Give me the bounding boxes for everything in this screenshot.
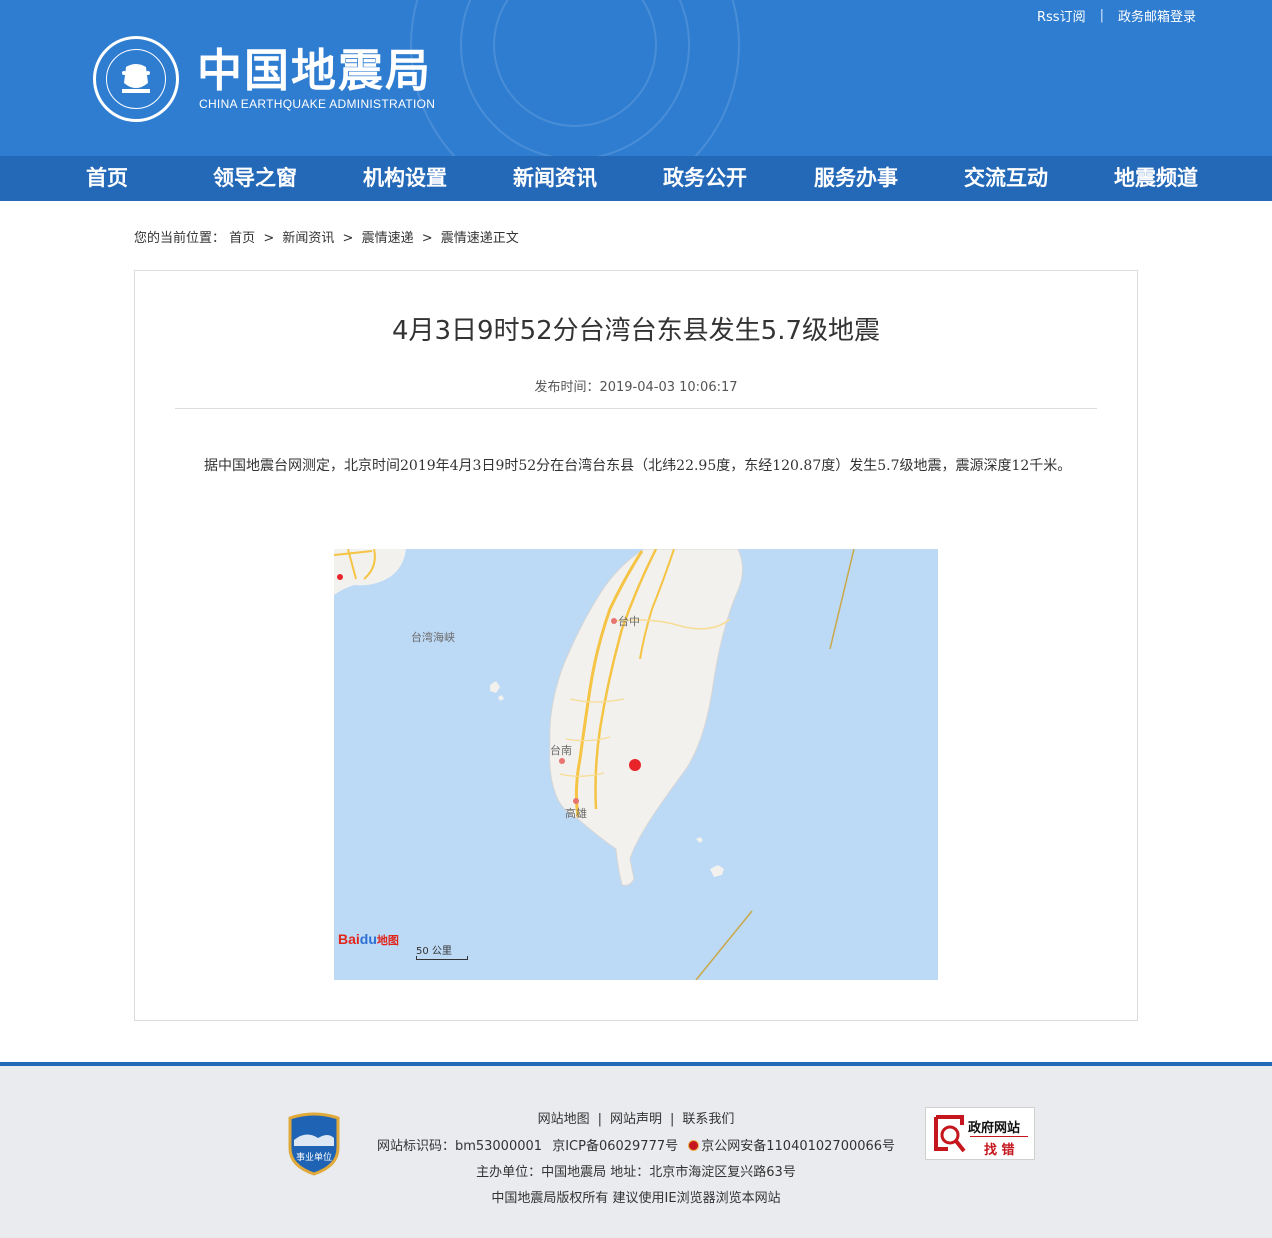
magnifier-icon <box>934 1115 966 1153</box>
breadcrumb-home[interactable]: 首页 <box>229 231 255 246</box>
breadcrumb-separator: > <box>421 231 433 246</box>
breadcrumb-news[interactable]: 新闻资讯 <box>282 231 334 246</box>
boundary-line <box>695 910 753 980</box>
taiwan-island <box>549 549 743 886</box>
map-scale-bar <box>416 956 468 960</box>
gov-site-error-report-badge[interactable]: 政府网站 找 错 <box>925 1107 1035 1160</box>
map-label-taichung: 台中 <box>618 615 640 628</box>
footer-link-separator: | <box>670 1112 675 1127</box>
article-divider <box>175 408 1097 409</box>
top-links: Rss订阅 | 政务邮箱登录 <box>1037 6 1196 25</box>
penghu-islands <box>490 681 504 701</box>
breadcrumb: 您的当前位置： 首页 > 新闻资讯 > 震情速递 > 震情速递正文 <box>134 227 523 246</box>
footer-sponsor-line: 主办单位：中国地震局 地址：北京市海淀区复兴路63号 <box>476 1165 796 1180</box>
boundary-line <box>829 549 855 650</box>
baidu-logo-text-2: du <box>359 931 377 947</box>
baidu-logo-text-3: 地图 <box>376 935 399 947</box>
seismoscope-vessel-icon <box>122 64 150 93</box>
site-header: 中国地震局 CHINA EARTHQUAKE ADMINISTRATION Rs… <box>0 0 1272 156</box>
rss-link[interactable]: Rss订阅 <box>1037 6 1086 25</box>
shield-icon <box>288 1112 340 1176</box>
nav-item-leaders[interactable]: 领导之窗 <box>213 156 297 201</box>
nav-item-services[interactable]: 服务办事 <box>814 156 898 201</box>
article-container: 4月3日9时52分台湾台东县发生5.7级地震 发布时间：2019-04-03 1… <box>134 270 1138 1021</box>
cea-emblem-icon[interactable] <box>93 36 179 122</box>
nav-item-government-affairs[interactable]: 政务公开 <box>663 156 747 201</box>
breadcrumb-prefix: 您的当前位置： <box>134 231 226 246</box>
footer-registration-line: 网站标识码：bm53000001 京ICP备06029777号 京公网安备110… <box>0 1135 1272 1154</box>
footer-copyright-line: 中国地震局版权所有 建议使用IE浏览器浏览本网站 <box>491 1191 781 1206</box>
article-body: 据中国地震台网测定，北京时间2019年4月3日9时52分在台湾台东县（北纬22.… <box>204 458 1072 474</box>
site-footer: 网站地图 | 网站声明 | 联系我们 网站标识码：bm53000001 京ICP备060… <box>0 1062 1272 1238</box>
footer-link-statement[interactable]: 网站声明 <box>610 1112 662 1127</box>
breadcrumb-quake-express[interactable]: 震情速递 <box>362 231 414 246</box>
article-publish-time: 发布时间：2019-04-03 10:06:17 <box>534 380 738 395</box>
map-label-kaohsiung: 高雄 <box>565 807 587 820</box>
icp-record-link[interactable]: 京ICP备06029777号 <box>552 1139 678 1154</box>
police-record-text: 京公网安备11040102700066号 <box>701 1139 896 1154</box>
nav-item-home[interactable]: 首页 <box>86 156 128 201</box>
gov-badge-divider <box>970 1136 1028 1137</box>
footer-link-separator: | <box>597 1112 602 1127</box>
breadcrumb-current[interactable]: 震情速递正文 <box>441 231 519 246</box>
nav-item-earthquake-channel[interactable]: 地震频道 <box>1114 156 1198 201</box>
top-links-separator: | <box>1099 8 1104 23</box>
breadcrumb-separator: > <box>263 231 275 246</box>
mainland-city-marker <box>337 574 343 580</box>
nav-item-interaction[interactable]: 交流互动 <box>964 156 1048 201</box>
map-label-tainan: 台南 <box>550 744 572 757</box>
article-title: 4月3日9时52分台湾台东县发生5.7级地震 <box>391 316 881 346</box>
kaohsiung-marker <box>573 798 579 804</box>
tainan-marker <box>559 758 565 764</box>
footer-link-contact[interactable]: 联系我们 <box>682 1112 734 1127</box>
police-badge-icon <box>688 1140 700 1151</box>
nav-item-news[interactable]: 新闻资讯 <box>513 156 597 201</box>
site-logo-english: CHINA EARTHQUAKE ADMINISTRATION <box>199 97 436 111</box>
site-id-code: 网站标识码：bm53000001 <box>376 1139 543 1154</box>
map-label-strait: 台湾海峡 <box>411 631 455 644</box>
footer-links: 网站地图 | 网站声明 | 联系我们 <box>0 1108 1272 1127</box>
footer-link-sitemap[interactable]: 网站地图 <box>538 1112 590 1127</box>
public-institution-badge[interactable]: 事业单位 <box>286 1112 342 1176</box>
baidu-logo-text-1: Bai <box>338 931 360 947</box>
breadcrumb-separator: > <box>342 231 354 246</box>
site-logo-chinese[interactable]: 中国地震局 <box>197 44 432 98</box>
epicenter-marker[interactable] <box>629 759 641 771</box>
map-scale-label: 50 公里 <box>416 946 452 957</box>
gov-badge-title: 政府网站 <box>968 1121 1021 1136</box>
orchid-island <box>710 865 724 877</box>
taichung-marker <box>611 618 617 624</box>
police-record[interactable]: 京公网安备11040102700066号 <box>688 1139 895 1154</box>
baidu-map-logo[interactable]: Baidu地图 <box>338 931 399 948</box>
main-nav: 首页 领导之窗 机构设置 新闻资讯 政务公开 服务办事 交流互动 地震频道 <box>0 156 1272 201</box>
gov-badge-subtitle: 找 错 <box>984 1143 1015 1158</box>
nav-item-organization[interactable]: 机构设置 <box>363 156 447 201</box>
mail-login-link[interactable]: 政务邮箱登录 <box>1118 6 1196 25</box>
green-island <box>696 837 703 843</box>
shield-text: 事业单位 <box>295 1153 332 1163</box>
epicenter-map[interactable]: 台湾海峡 台中 台南 高雄 Baidu地图 50 公里 <box>334 549 938 980</box>
